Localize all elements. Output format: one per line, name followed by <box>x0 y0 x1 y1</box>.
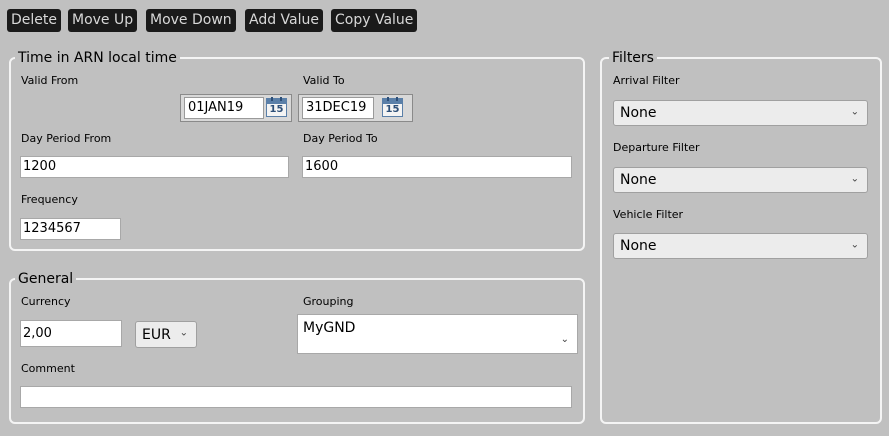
calendar-icon[interactable]: 15 <box>266 97 287 117</box>
frequency-label: Frequency <box>21 193 78 206</box>
departure-filter-value: None <box>620 172 657 188</box>
vehicle-filter-value: None <box>620 238 657 254</box>
grouping-value: MyGND <box>303 320 356 336</box>
grouping-select[interactable]: MyGND ⌄ <box>297 314 578 354</box>
chevron-down-icon: ⌄ <box>560 334 569 345</box>
move-down-button[interactable]: Move Down <box>146 9 236 32</box>
departure-filter-select[interactable]: None ⌄ <box>613 167 868 193</box>
copy-value-button[interactable]: Copy Value <box>331 9 418 32</box>
departure-filter-label: Departure Filter <box>613 141 700 154</box>
valid-to-input[interactable]: 31DEC19 <box>302 97 374 119</box>
valid-to-label: Valid To <box>303 74 345 87</box>
currency-label: Currency <box>21 295 71 308</box>
chevron-down-icon: ⌄ <box>850 106 859 118</box>
valid-from-datepicker[interactable]: 01JAN19 15 <box>180 94 292 122</box>
time-group-title: Time in ARN local time <box>15 50 180 66</box>
chevron-down-icon: ⌄ <box>850 173 859 185</box>
vehicle-filter-select[interactable]: None ⌄ <box>613 233 868 259</box>
app-window: { "toolbar": { "delete": "Delete", "move… <box>0 0 889 436</box>
chevron-down-icon: ⌄ <box>179 327 188 339</box>
day-period-to-label: Day Period To <box>303 132 378 145</box>
arrival-filter-label: Arrival Filter <box>613 74 680 87</box>
frequency-input[interactable]: 1234567 <box>20 218 121 240</box>
day-period-from-label: Day Period From <box>21 132 112 145</box>
calendar-icon[interactable]: 15 <box>382 97 403 117</box>
grouping-label: Grouping <box>303 295 354 308</box>
day-period-from-input[interactable]: 1200 <box>20 156 289 178</box>
valid-to-datepicker[interactable]: 31DEC19 15 <box>298 94 413 122</box>
vehicle-filter-label: Vehicle Filter <box>613 208 684 221</box>
general-group-title: General <box>15 271 77 287</box>
delete-button[interactable]: Delete <box>7 9 61 32</box>
filters-group-title: Filters <box>609 50 657 66</box>
day-period-to-input[interactable]: 1600 <box>302 156 572 178</box>
currency-amount-input[interactable]: 2,00 <box>20 320 122 347</box>
valid-from-input[interactable]: 01JAN19 <box>184 97 264 119</box>
move-up-button[interactable]: Move Up <box>68 9 138 32</box>
arrival-filter-select[interactable]: None ⌄ <box>613 100 868 126</box>
valid-from-label: Valid From <box>21 74 79 87</box>
chevron-down-icon: ⌄ <box>850 239 859 251</box>
add-value-button[interactable]: Add Value <box>245 9 323 32</box>
arrival-filter-value: None <box>620 105 657 121</box>
currency-code-select[interactable]: EUR ⌄ <box>135 321 197 348</box>
comment-input[interactable] <box>20 386 572 408</box>
comment-label: Comment <box>21 362 75 375</box>
currency-code-value: EUR <box>142 327 171 343</box>
